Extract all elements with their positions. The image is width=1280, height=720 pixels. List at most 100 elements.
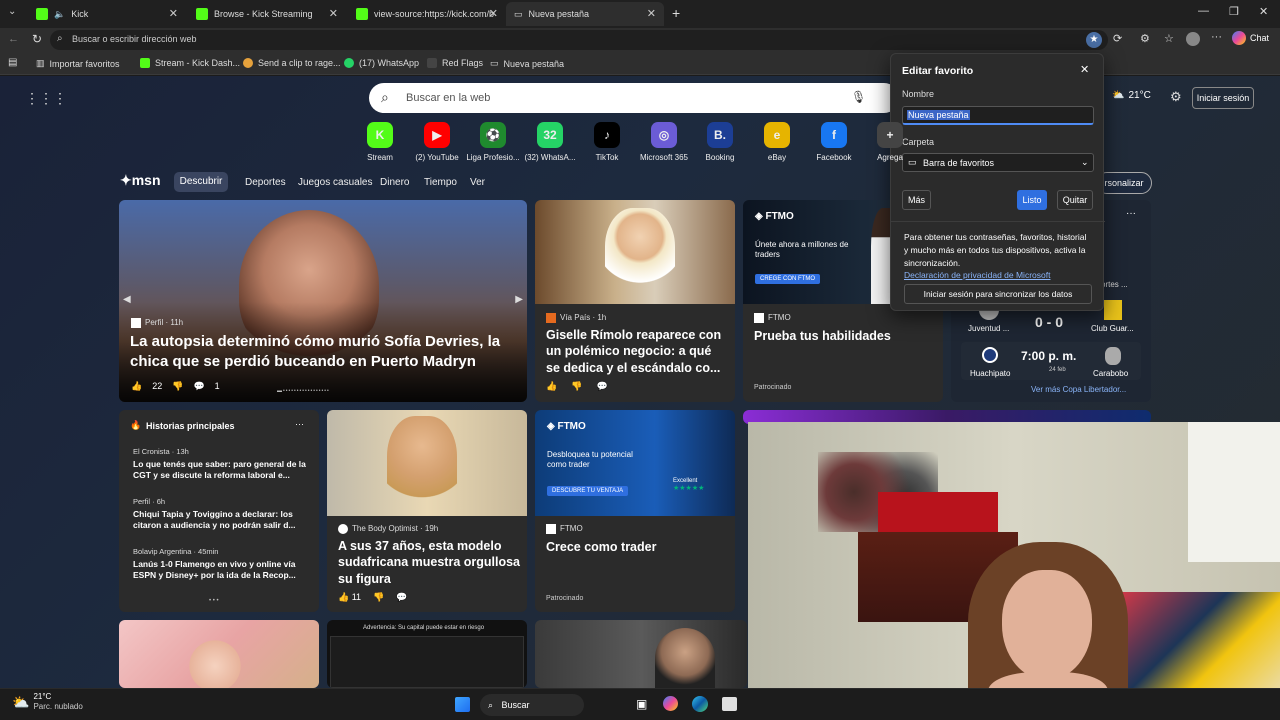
nav-deportes[interactable]: Deportes (245, 177, 286, 188)
close-icon[interactable]: ✕ (329, 7, 338, 20)
story-item[interactable]: El Cronista · 13h Lo que tenés que saber… (133, 447, 313, 481)
next-arrow-icon[interactable]: ▶ (515, 294, 523, 305)
ad-headline[interactable]: Crece como trader (546, 539, 656, 555)
refresh-icon[interactable]: ↻ (32, 32, 42, 46)
copilot-icon[interactable] (663, 696, 678, 711)
taskbar-search[interactable]: ⌕ Buscar (480, 694, 584, 716)
quick-link[interactable]: ⚽ Liga Profesio... (463, 122, 523, 162)
favorites-icon[interactable]: ☆ (1164, 32, 1174, 45)
remove-button[interactable]: Quitar (1057, 190, 1093, 210)
dislike-icon[interactable]: 👎 (571, 381, 582, 392)
like-icon[interactable]: 👍 11 (338, 592, 361, 603)
sign-in-button[interactable]: Iniciar sesión (1192, 87, 1254, 109)
quick-link[interactable]: f Facebook (804, 122, 864, 162)
nav-dinero[interactable]: Dinero (380, 177, 409, 188)
more-button[interactable]: Más (902, 190, 931, 210)
comment-icon[interactable]: 💬 (596, 381, 607, 392)
personalize-button[interactable]: rsonalizar (1096, 172, 1152, 194)
store-icon[interactable] (722, 697, 737, 711)
extensions-icon[interactable]: ⟳ (1113, 32, 1122, 45)
address-input[interactable]: Buscar o escribir dirección web (72, 34, 197, 44)
back-icon[interactable]: ← (8, 33, 19, 45)
close-icon[interactable]: ✕ (169, 7, 178, 20)
ad-card[interactable]: Advertencia: Su capital puede estar en r… (327, 620, 527, 688)
quick-link[interactable]: + Agrega (860, 122, 920, 162)
apps-launcher-icon[interactable]: ⋮⋮⋮ (25, 90, 67, 107)
bookmark-import[interactable]: ▥ Importar favoritos (36, 58, 120, 69)
nav-juegos[interactable]: Juegos casuales (298, 177, 373, 188)
news-headline[interactable]: A sus 37 años, esta modelo sudafricana m… (338, 538, 520, 587)
more-icon[interactable]: ··· (295, 419, 304, 429)
sports-more-icon[interactable]: ··· (1126, 208, 1136, 219)
news-headline[interactable]: Giselle Rímolo reaparece con un polémico… (546, 327, 728, 376)
bookmark-new-tab[interactable]: ▭ Nueva pestaña (490, 58, 564, 69)
like-icon[interactable]: 👍 (131, 381, 142, 392)
task-view-icon[interactable]: ▣ (636, 697, 647, 711)
quick-link[interactable]: ▶ (2) YouTube (407, 122, 467, 162)
new-tab-button[interactable]: + (672, 5, 680, 21)
nav-tiempo[interactable]: Tiempo (424, 177, 457, 188)
quick-link[interactable]: B. Booking (690, 122, 750, 162)
nav-ver[interactable]: Ver (470, 177, 485, 188)
tab-view-source[interactable]: view-source:https://kick.com/brow ✕ (348, 2, 506, 26)
tab-browse-kick[interactable]: Browse - Kick Streaming ✕ (188, 2, 346, 26)
windows-start-icon[interactable] (455, 697, 470, 712)
profile-icon[interactable] (1186, 32, 1200, 46)
prev-arrow-icon[interactable]: ◀ (123, 294, 131, 305)
tab-new-tab[interactable]: ▭ Nueva pestaña ✕ (506, 2, 664, 26)
split-screen-icon[interactable]: ⚙ (1140, 32, 1150, 45)
dislike-icon[interactable]: 👎 (373, 592, 384, 603)
tab-actions-button[interactable]: ⌄ (8, 6, 16, 17)
minimize-button[interactable]: — (1198, 5, 1209, 17)
story-item[interactable]: Bolavip Argentina · 45min Lanús 1-0 Flam… (133, 547, 313, 581)
story-item[interactable]: Perfil · 6h Chiqui Tapia y Toviggino a d… (133, 497, 313, 531)
ad-cta-button[interactable]: CREGE CON FTMO (755, 274, 820, 284)
copilot-chat-button[interactable]: Chat (1232, 31, 1269, 45)
ad-headline[interactable]: Prueba tus habilidades (754, 328, 891, 344)
maximize-button[interactable]: ❐ (1229, 5, 1239, 18)
bookmark-red-flags[interactable]: Red Flags (427, 58, 483, 68)
close-icon[interactable]: ✕ (1080, 63, 1089, 76)
sync-signin-button[interactable]: Iniciar sesión para sincronizar los dato… (904, 284, 1092, 304)
edge-icon[interactable] (692, 696, 708, 712)
hero-card[interactable]: Perfil · 11h La autopsia determinó cómo … (119, 200, 527, 402)
favorite-star-icon[interactable]: ★ (1086, 32, 1102, 48)
microphone-icon[interactable]: 🎙 (851, 90, 866, 104)
news-card[interactable]: Vía País · 1h Giselle Rímolo reaparece c… (535, 200, 735, 402)
like-icon[interactable]: 👍 (546, 381, 557, 392)
nav-descubrir[interactable]: Descubrir (174, 172, 228, 192)
address-bar[interactable] (50, 30, 1108, 50)
quick-link[interactable]: ♪ TikTok (577, 122, 637, 162)
quick-link[interactable]: e eBay (747, 122, 807, 162)
weather-taskbar-widget[interactable]: ⛅ 21°C Parc. nublado (12, 692, 83, 713)
more-icon[interactable]: ··· (1211, 31, 1222, 43)
privacy-link[interactable]: Declaración de privacidad de Microsoft (904, 270, 1050, 280)
more-link[interactable]: Ver más Copa Libertador... (1031, 385, 1126, 394)
settings-gear-icon[interactable]: ⚙ (1170, 89, 1182, 105)
quick-link[interactable]: ◎ Microsoft 365 (634, 122, 694, 162)
tab-kick[interactable]: 🔈 Kick ✕ (28, 2, 186, 26)
done-button[interactable]: Listo (1017, 190, 1047, 210)
hero-headline[interactable]: La autopsia determinó cómo murió Sofía D… (130, 332, 520, 371)
ad-card-ftmo[interactable]: ◈ FTMO Desbloquea tu potencial como trad… (535, 410, 735, 612)
web-search-input[interactable]: Buscar en la web (406, 92, 490, 104)
quick-link[interactable]: 32 (32) WhatsA... (520, 122, 580, 162)
close-window-button[interactable]: ✕ (1259, 5, 1268, 18)
comment-icon[interactable]: 💬 (193, 381, 204, 392)
folder-select[interactable]: ▭ Barra de favoritos ⌄ (902, 153, 1094, 172)
news-card[interactable] (119, 620, 319, 688)
close-icon[interactable]: ✕ (647, 7, 656, 20)
close-icon[interactable]: ✕ (489, 7, 498, 20)
news-card[interactable] (535, 620, 747, 688)
bookmark-whatsapp[interactable]: (17) WhatsApp (344, 58, 419, 68)
bookmark-send-clip[interactable]: Send a clip to rage... (243, 58, 341, 68)
collections-icon[interactable]: ▤ (8, 57, 17, 68)
news-card[interactable]: The Body Optimist · 19h A sus 37 años, e… (327, 410, 527, 612)
comment-icon[interactable]: 💬 (396, 592, 407, 603)
bookmark-stream-kick[interactable]: Stream - Kick Dash... (140, 58, 240, 68)
weather-widget[interactable]: ⛅ 21°C (1112, 90, 1151, 101)
dislike-icon[interactable]: 👎 (172, 381, 183, 392)
ad-cta-button[interactable]: DESCUBRE TU VENTAJA (547, 486, 629, 496)
quick-link[interactable]: K Stream (350, 122, 410, 162)
name-field[interactable]: Nueva pestaña (902, 106, 1094, 125)
